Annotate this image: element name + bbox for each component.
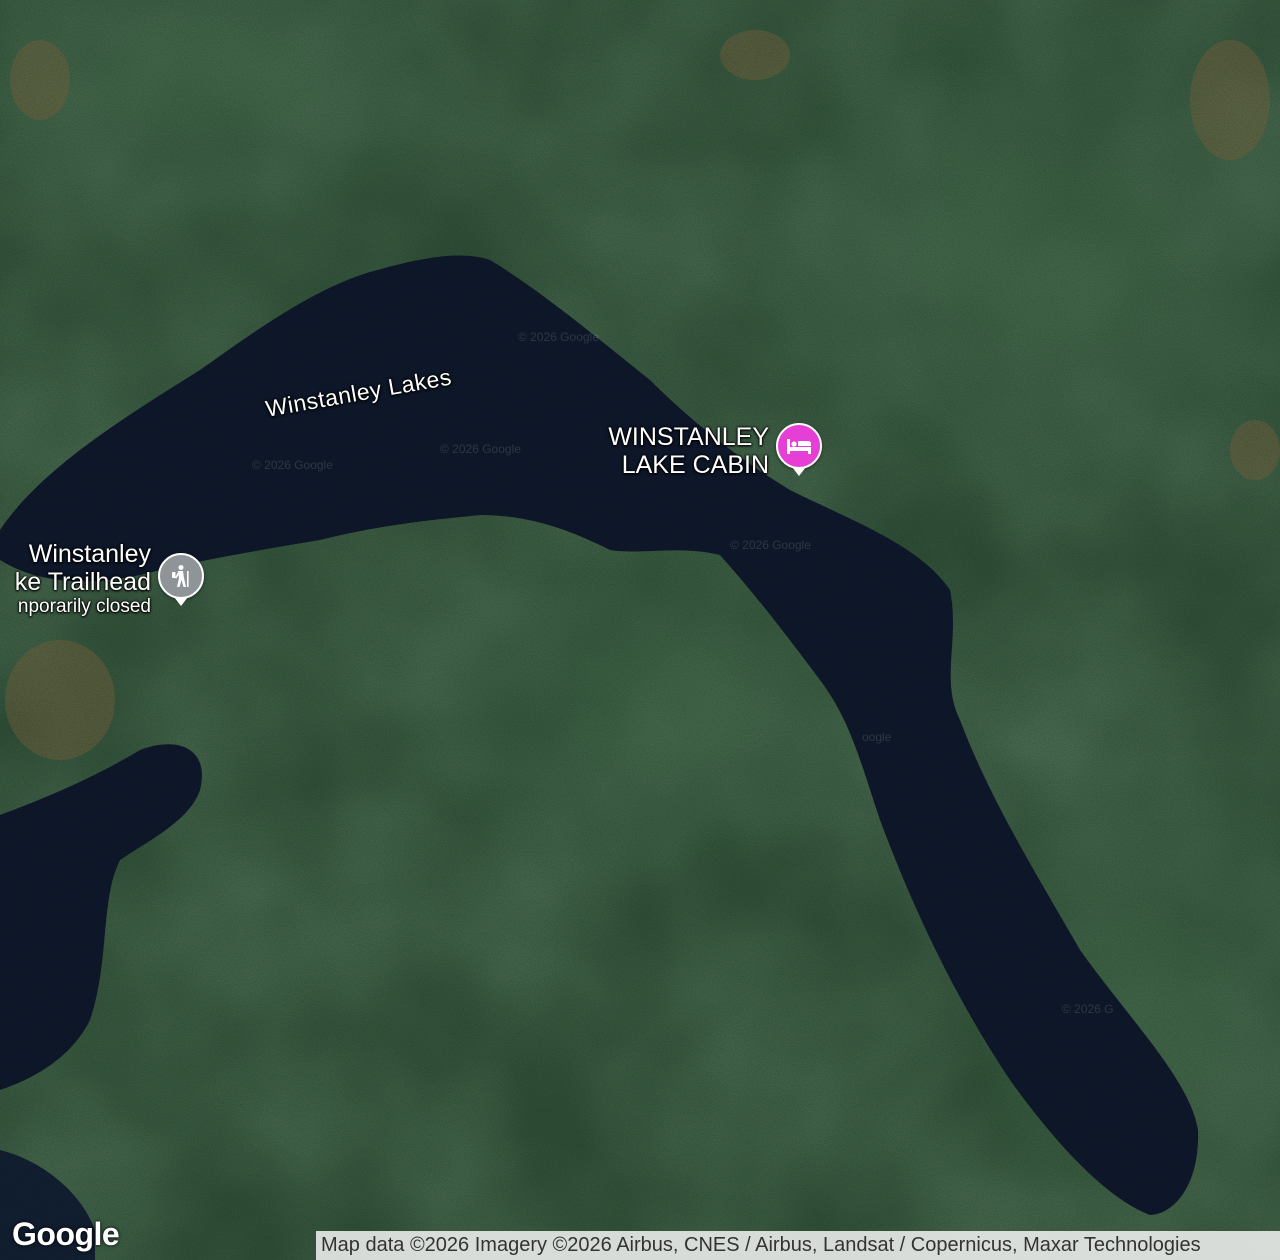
map-watermark: © 2026 Google bbox=[252, 458, 333, 472]
trailhead-name-line2: ke Trailhead bbox=[14, 568, 151, 596]
canopy-texture bbox=[0, 0, 1280, 1260]
cabin-name-label[interactable]: WINSTANLEY LAKE CABIN bbox=[560, 423, 769, 479]
satellite-map[interactable]: © 2026 Google © 2026 Google © 2026 Googl… bbox=[0, 0, 1280, 1260]
map-watermark: © 2026 G bbox=[1062, 1002, 1114, 1016]
trailhead-name-line1: Winstanley bbox=[28, 540, 151, 568]
hiker-icon bbox=[172, 565, 189, 587]
map-watermark: © 2026 Google bbox=[730, 538, 811, 552]
trailhead-status: nporarily closed bbox=[17, 596, 151, 617]
satellite-imagery bbox=[0, 0, 1280, 1260]
map-watermark: oogle bbox=[862, 730, 892, 744]
map-watermark: © 2026 Google bbox=[518, 330, 599, 344]
cabin-name-line2: LAKE CABIN bbox=[621, 451, 769, 479]
map-attribution[interactable]: Map data ©2026 Imagery ©2026 Airbus, CNE… bbox=[316, 1231, 1280, 1260]
map-watermark: © 2026 Google bbox=[440, 442, 521, 456]
google-logo: Google bbox=[12, 1216, 120, 1252]
cabin-name-line1: WINSTANLEY bbox=[608, 423, 769, 451]
bed-icon bbox=[787, 439, 811, 454]
trailhead-name-label[interactable]: Winstanley ke Trailhead bbox=[0, 540, 151, 596]
cabin-marker[interactable] bbox=[776, 423, 822, 469]
trailhead-marker[interactable] bbox=[158, 553, 204, 599]
